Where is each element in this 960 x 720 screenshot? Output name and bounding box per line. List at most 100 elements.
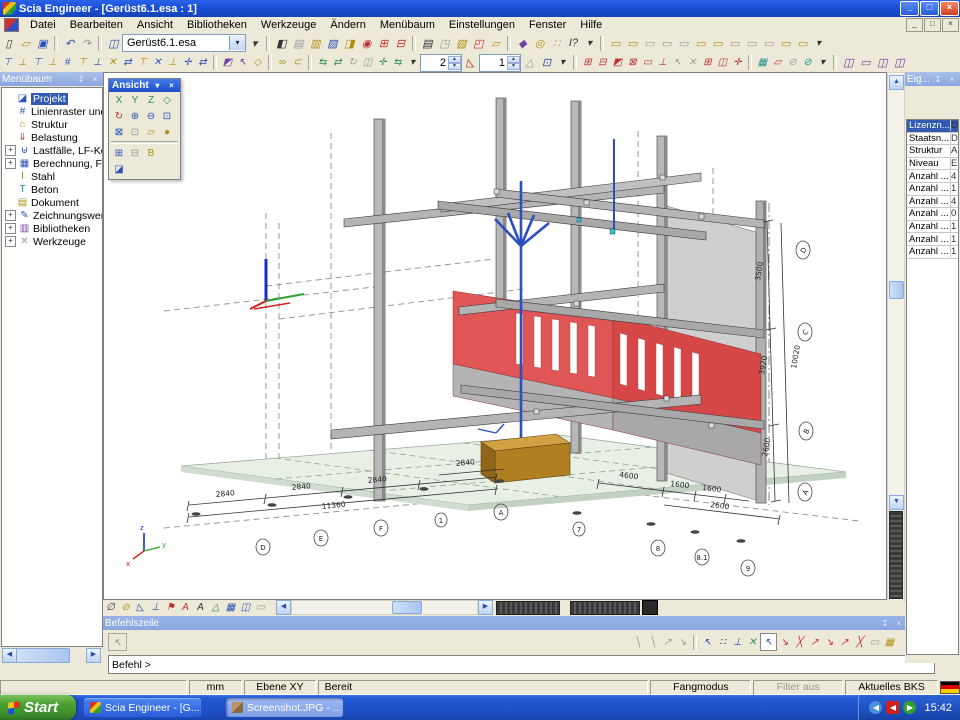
menu-einstellungen[interactable]: Einstellungen: [442, 18, 522, 32]
rotate-icon[interactable]: ↻: [345, 55, 360, 71]
view-y-icon[interactable]: Y: [127, 92, 143, 108]
light-bulb-icon[interactable]: ●: [159, 124, 175, 140]
zoom-in-icon[interactable]: ⊕: [127, 108, 143, 124]
volume-tray-icon[interactable]: ◀: [886, 701, 899, 714]
menu-bearbeiten[interactable]: Bearbeiten: [63, 18, 130, 32]
tree-item-beton[interactable]: TBeton: [2, 183, 102, 196]
cube-view-icon[interactable]: ◪: [111, 161, 127, 177]
menubaum-close-icon[interactable]: ×: [89, 74, 101, 85]
vscroll-down-icon[interactable]: ▼: [889, 495, 904, 510]
menubaum-tree[interactable]: ◪Projekt #Linienraster und G ⌂Struktur ⇓…: [1, 87, 103, 647]
zoom-window-icon[interactable]: ⊡: [159, 108, 175, 124]
hscroll-thumb[interactable]: [392, 601, 422, 614]
library-book-icon[interactable]: ▧: [453, 35, 470, 51]
view-window-11-icon[interactable]: ▭: [777, 35, 794, 51]
view-window-2-icon[interactable]: ▭: [624, 35, 641, 51]
member-axes-icon[interactable]: ⊥: [148, 600, 163, 616]
tree-scroll-right-icon[interactable]: ▶: [86, 648, 101, 663]
select-invert-icon[interactable]: ▭: [640, 55, 655, 71]
supports-toggle-icon[interactable]: ⚑: [163, 600, 178, 616]
snap-cursor-icon[interactable]: ↖: [700, 634, 715, 650]
tree-item-bibliotheken[interactable]: +▥Bibliotheken: [2, 222, 102, 235]
menu-ansicht[interactable]: Ansicht: [130, 18, 180, 32]
tree-item-dokument[interactable]: ▤Dokument: [2, 196, 102, 209]
snap-line-icon[interactable]: ╲: [630, 634, 645, 650]
tree-item-projekt[interactable]: ◪Projekt: [2, 92, 102, 105]
mdi-close-button[interactable]: ×: [942, 18, 959, 32]
save-file-icon[interactable]: ▣: [34, 35, 51, 51]
menu-aendern[interactable]: Ändern: [323, 18, 372, 32]
clipboard-icon[interactable]: ◨: [341, 35, 358, 51]
view-window-9-icon[interactable]: ▭: [743, 35, 760, 51]
mirror-icon[interactable]: ◫: [360, 55, 375, 71]
select-by-property-icon[interactable]: ⊞: [580, 55, 595, 71]
tree-item-werkzeuge[interactable]: +✕Werkzeuge: [2, 235, 102, 248]
tree-item-belastung[interactable]: ⇓Belastung: [2, 131, 102, 144]
select-polygon-icon[interactable]: ◇: [250, 55, 265, 71]
scale-spinbox[interactable]: 2 ▲▼: [420, 54, 462, 72]
view-window-6-icon[interactable]: ▭: [692, 35, 709, 51]
page-down-icon[interactable]: ▼: [507, 63, 520, 70]
model-viewport[interactable]: z y x 2840 2840 2840 11360 2840 4600 160…: [103, 72, 887, 600]
select-cursor-icon[interactable]: ↖: [235, 55, 250, 71]
scale-up-icon[interactable]: ▲: [448, 56, 461, 63]
view-window-10-icon[interactable]: ▭: [760, 35, 777, 51]
eig-row-anzahl-2[interactable]: Anzahl ...1: [907, 183, 958, 196]
menu-bibliotheken[interactable]: Bibliotheken: [180, 18, 254, 32]
befehlszeile-pin-icon[interactable]: ↧: [879, 618, 891, 629]
snap-grid-icon[interactable]: ∷: [715, 634, 730, 650]
command-input[interactable]: Befehl >: [108, 655, 935, 674]
filter-icon[interactable]: ⊥: [655, 55, 670, 71]
snap-tangent-icon[interactable]: ↗: [837, 634, 852, 650]
undo-icon[interactable]: ↶: [61, 35, 78, 51]
triad-toggle-icon[interactable]: ◺: [133, 600, 148, 616]
snap-midpoint-icon[interactable]: ↗: [807, 634, 822, 650]
snap-ruler-icon[interactable]: ▭: [867, 634, 882, 650]
layers-icon[interactable]: ▤: [290, 35, 307, 51]
clip-dropdown-icon[interactable]: ▾: [555, 55, 570, 71]
modify-dropdown-icon[interactable]: ▾: [405, 55, 420, 71]
wireframe-icon[interactable]: ∅: [103, 600, 118, 616]
dialog-grid-icon[interactable]: ⊞: [375, 35, 392, 51]
hscroll-left-icon[interactable]: ◀: [276, 600, 291, 615]
layer-filter-icon[interactable]: △: [521, 55, 538, 71]
snap-center-icon[interactable]: ↘: [822, 634, 837, 650]
status-snap-toggle[interactable]: Fangmodus: [650, 680, 751, 695]
tree-item-stahl[interactable]: ⅠStahl: [2, 170, 102, 183]
render-b-icon[interactable]: B: [143, 145, 159, 161]
eig-row-niveau[interactable]: NiveauE: [907, 158, 958, 171]
labels-plus-icon[interactable]: A: [178, 600, 193, 616]
zoom-document-icon[interactable]: ◎: [531, 35, 548, 51]
document-icon[interactable]: ▱: [487, 35, 504, 51]
print-preview-icon[interactable]: ◳: [436, 35, 453, 51]
ansicht-close-icon[interactable]: ×: [166, 81, 177, 90]
eig-row-anzahl-4[interactable]: Anzahl ...0: [907, 208, 958, 221]
transform-icon[interactable]: ▨: [324, 35, 341, 51]
connect-members-icon[interactable]: ⊥: [165, 55, 180, 71]
member-display-icon[interactable]: ⊥: [15, 55, 30, 71]
hscroll-right-icon[interactable]: ▶: [478, 600, 493, 615]
copy-icon[interactable]: ⇄: [330, 55, 345, 71]
snap-off-icon[interactable]: ✕: [745, 634, 760, 650]
panels-layout-icon[interactable]: ◫: [105, 35, 122, 51]
select-previous-icon[interactable]: ◩: [610, 55, 625, 71]
tree-item-zeichnung[interactable]: +✎Zeichnungswerkz: [2, 209, 102, 222]
tree-item-linienraster[interactable]: #Linienraster und G: [2, 105, 102, 118]
combo-dropdown-icon[interactable]: ▾: [229, 36, 245, 50]
eig-row-anzahl-6[interactable]: Anzahl ...1: [907, 233, 958, 246]
menu-hilfe[interactable]: Hilfe: [573, 18, 609, 32]
view-window-7-icon[interactable]: ▭: [709, 35, 726, 51]
viewport-vscrollbar[interactable]: ▲ ▼: [887, 72, 905, 602]
zoom-selection-icon[interactable]: ⊡: [127, 124, 143, 140]
clip-plane-icon[interactable]: ⊞: [111, 145, 127, 161]
weld-icon[interactable]: ✛: [180, 55, 195, 71]
deselect-icon[interactable]: ↖: [670, 55, 685, 71]
status-units[interactable]: mm: [189, 680, 243, 695]
window-tile-icon[interactable]: ◫: [874, 55, 891, 71]
taskbar-clock[interactable]: 15:42: [924, 702, 952, 714]
snap-parallel-icon[interactable]: ╲: [645, 634, 660, 650]
taskbar-task-screenshot[interactable]: Screenshot.JPG - ...: [226, 698, 343, 717]
mdi-document-icon[interactable]: [4, 18, 19, 32]
menu-datei[interactable]: Datei: [23, 18, 63, 32]
tree-scroll-thumb[interactable]: [16, 648, 70, 663]
